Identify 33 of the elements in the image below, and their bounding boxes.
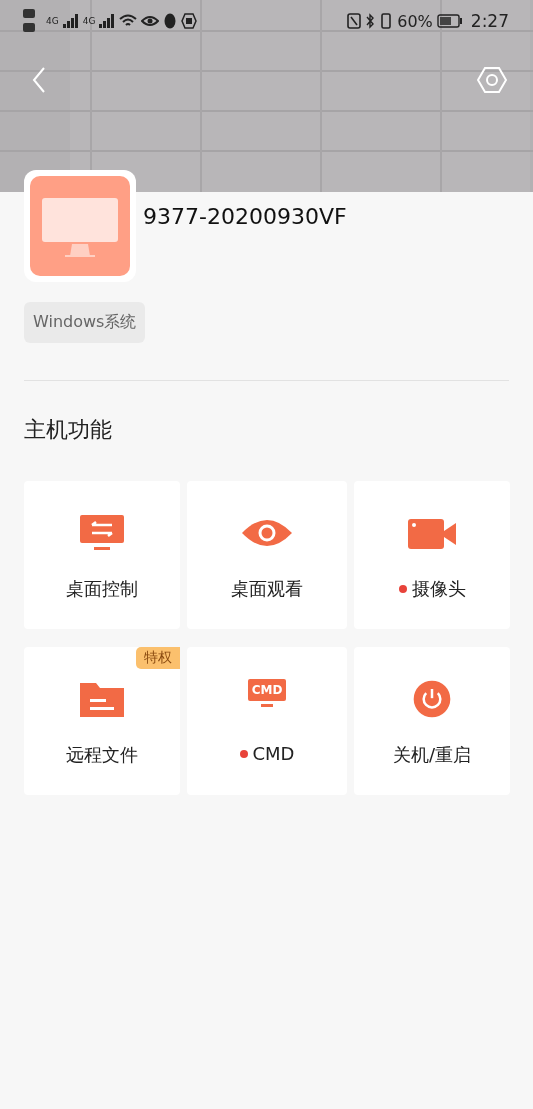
vibrate-icon	[379, 13, 394, 29]
os-tag: Windows系统	[24, 302, 146, 343]
nfc-icon	[347, 13, 362, 29]
function-tile[interactable]: 桌面控制	[24, 481, 180, 629]
monitor-icon	[30, 176, 130, 276]
function-label: 桌面观看	[231, 577, 303, 601]
battery-percentage: 60%	[397, 11, 433, 31]
function-label: 远程文件	[66, 743, 138, 767]
function-tile[interactable]: 特权 远程文件	[24, 647, 180, 795]
hexagon-icon	[181, 13, 198, 29]
battery-icon	[436, 14, 463, 28]
network-type: 4G	[46, 16, 59, 26]
signal-icon	[99, 14, 116, 28]
network-type: 4G	[82, 16, 96, 26]
back-icon[interactable]	[32, 67, 46, 93]
function-tile[interactable]: 关机/重启	[354, 647, 510, 795]
function-label: 桌面控制	[66, 577, 138, 601]
function-label: 摄像头	[411, 577, 466, 601]
function-label: 关机/重启	[392, 743, 472, 767]
signal-icon	[62, 14, 79, 28]
function-tile[interactable]: CMD CMD	[187, 647, 347, 795]
wifi-icon	[119, 14, 138, 28]
device-name: 9377-20200930VF	[143, 204, 347, 229]
bluetooth-icon	[365, 13, 376, 29]
section-title: 主机功能	[24, 416, 113, 444]
eye-icon	[141, 15, 160, 27]
function-label: CMD	[252, 743, 295, 764]
privilege-badge: 特权	[136, 647, 180, 669]
function-tile[interactable]: 桌面观看	[187, 481, 347, 629]
function-tile[interactable]: 摄像头	[354, 481, 510, 629]
clock: 2:27	[470, 11, 509, 31]
settings-icon[interactable]	[477, 66, 507, 94]
cmd-monitor-icon: CMD	[247, 679, 287, 702]
